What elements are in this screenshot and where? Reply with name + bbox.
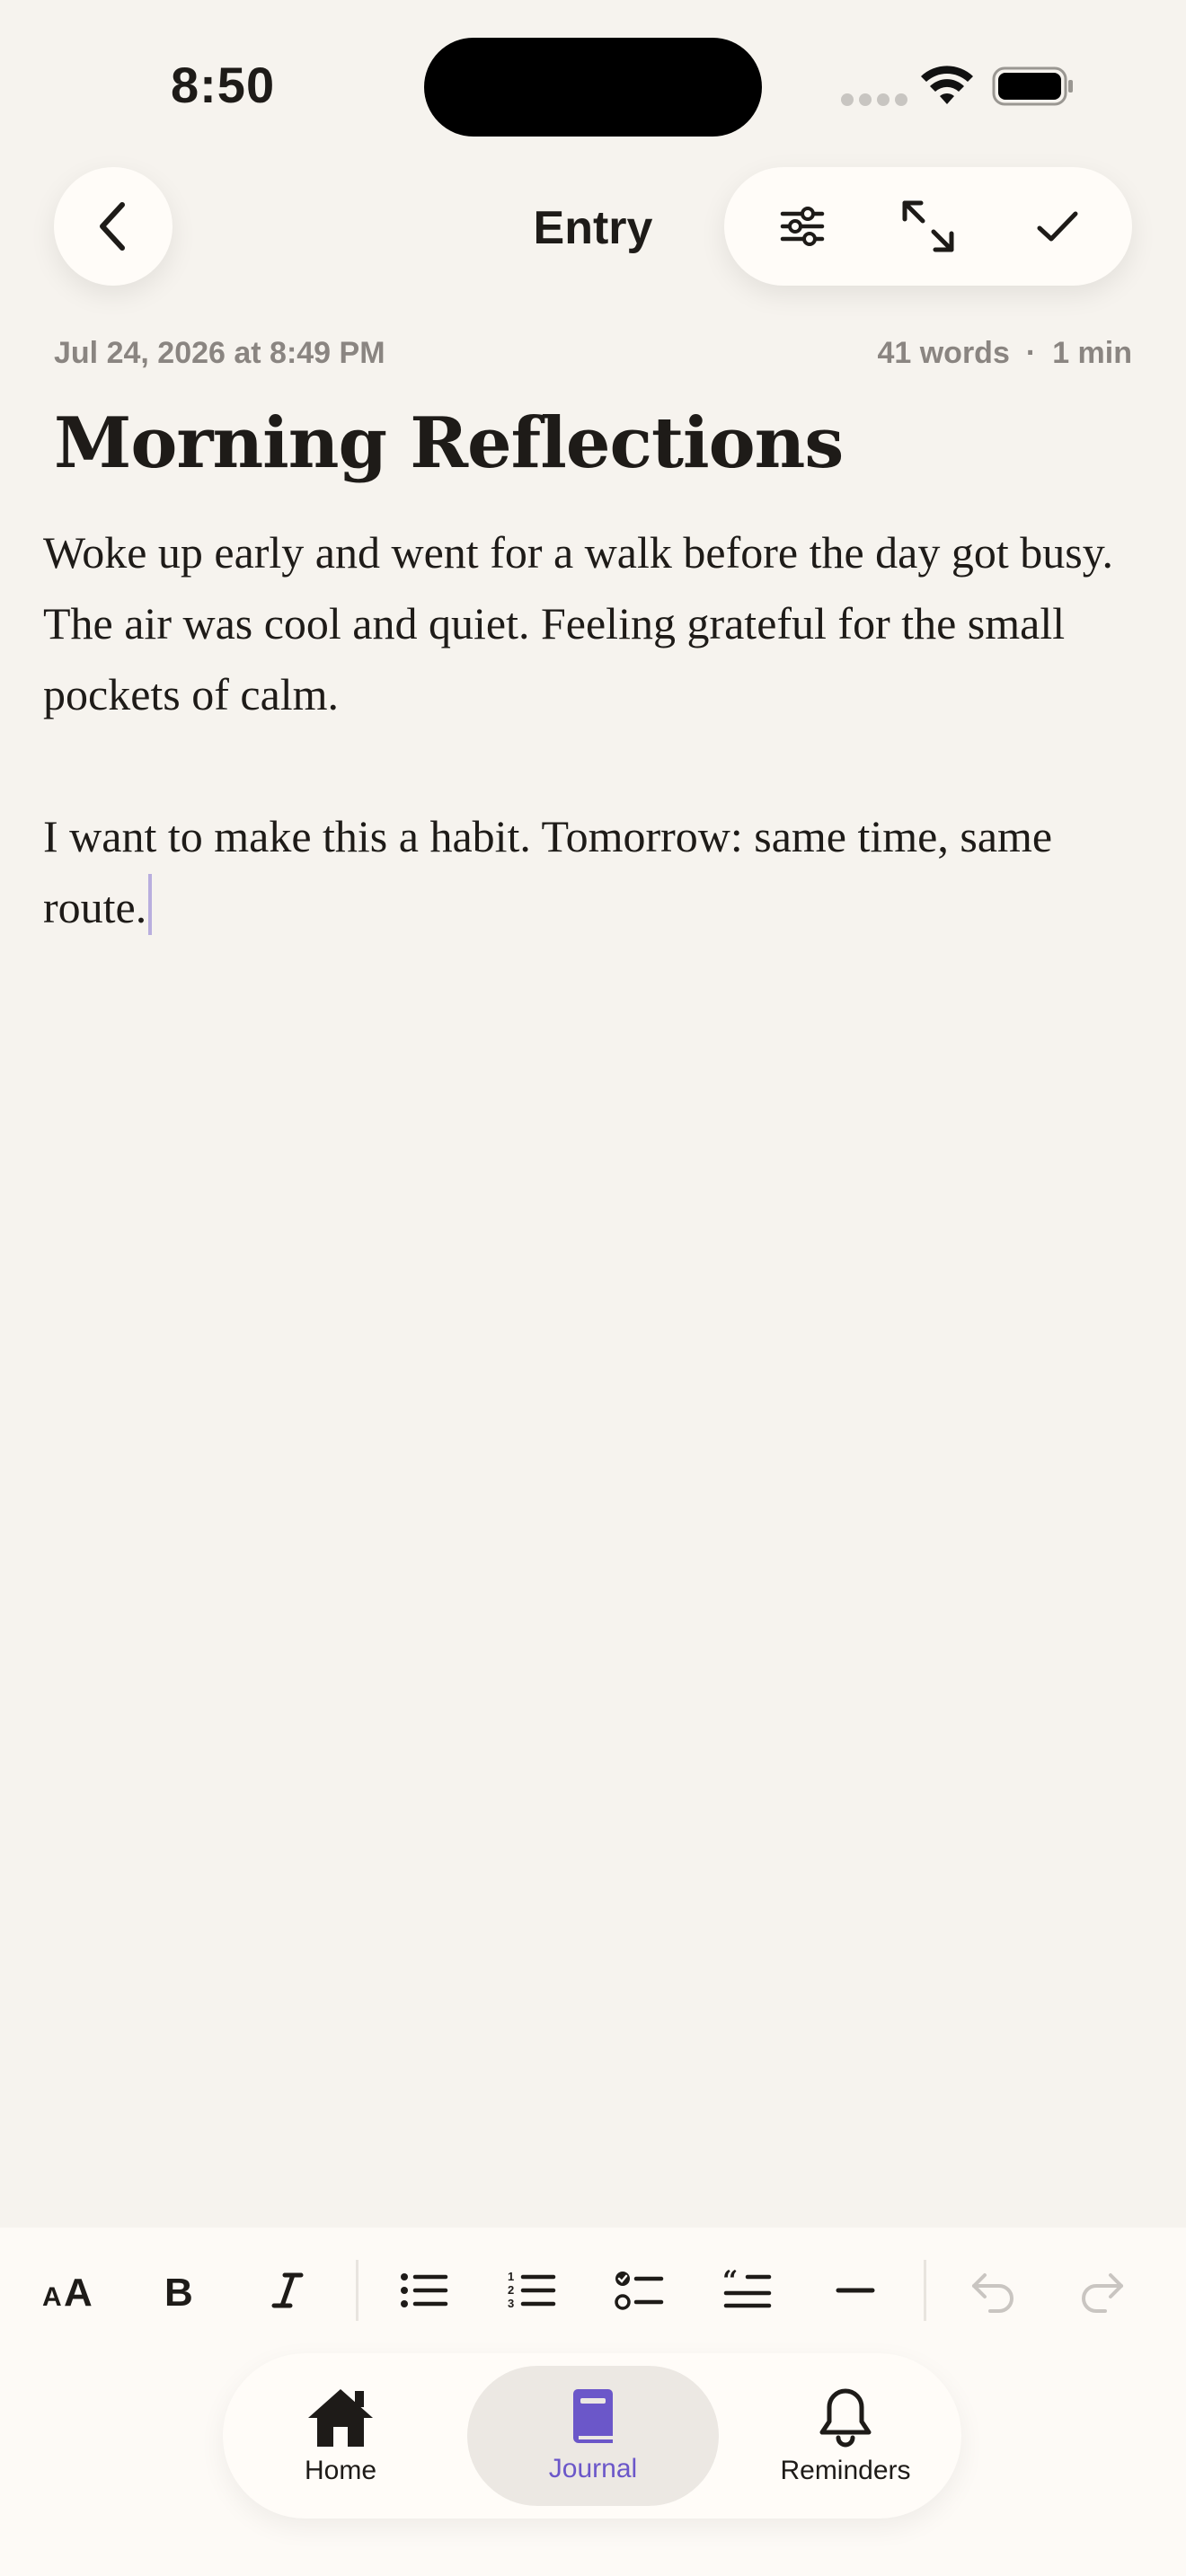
bullet-list-button[interactable]	[388, 2254, 460, 2326]
read-time: 1 min	[1052, 336, 1132, 370]
bold-icon: B	[164, 2271, 193, 2313]
entry-stats: 41 words · 1 min	[877, 336, 1132, 371]
bullet-list-icon	[401, 2273, 448, 2307]
sliders-icon	[780, 207, 825, 246]
bold-button[interactable]: B	[144, 2254, 216, 2326]
numbered-list-icon: 123	[508, 2270, 556, 2310]
entry-actions	[724, 167, 1132, 286]
svg-text:A: A	[42, 2282, 62, 2312]
toolbar-divider	[356, 2260, 358, 2321]
tab-home-label: Home	[304, 2456, 377, 2485]
italic-icon	[271, 2272, 304, 2308]
word-count: 41 words	[877, 336, 1010, 370]
tab-reminders[interactable]: Reminders	[748, 2366, 943, 2506]
stats-separator: ·	[1025, 336, 1037, 370]
checkmark-icon	[1037, 211, 1078, 242]
italic-button[interactable]	[252, 2254, 323, 2326]
text-size-icon: A A	[42, 2271, 93, 2313]
text-caret	[148, 874, 153, 935]
tab-bar: Home Journal Reminders	[223, 2353, 961, 2519]
tab-journal-label: Journal	[548, 2454, 638, 2483]
done-button[interactable]	[999, 167, 1116, 286]
tab-journal[interactable]: Journal	[467, 2366, 719, 2506]
tab-home[interactable]: Home	[243, 2366, 438, 2506]
entry-body-editor[interactable]: Woke up early and went for a walk before…	[43, 517, 1139, 943]
numbered-list-button[interactable]: 123	[496, 2254, 568, 2326]
settings-sliders-button[interactable]	[744, 167, 861, 286]
back-button[interactable]	[54, 167, 173, 286]
bell-icon	[819, 2388, 872, 2448]
undo-button[interactable]	[958, 2254, 1030, 2326]
expand-icon	[902, 200, 954, 252]
battery-icon	[992, 66, 1073, 106]
chevron-left-icon	[100, 202, 125, 251]
page-title: Entry	[533, 202, 653, 254]
cellular-signal-icon	[841, 93, 907, 106]
house-icon	[308, 2389, 373, 2447]
wifi-icon	[921, 66, 973, 104]
checklist-button[interactable]	[604, 2254, 676, 2326]
journal-icon	[573, 2389, 613, 2443]
quote-icon: “	[722, 2268, 772, 2308]
svg-text:2: 2	[508, 2283, 514, 2297]
divider-icon	[836, 2288, 875, 2293]
entry-paragraph: I want to make this a habit. Tomorrow: s…	[43, 801, 1139, 943]
redo-icon	[1082, 2273, 1123, 2313]
undo-icon	[972, 2273, 1013, 2313]
svg-text:B: B	[164, 2271, 193, 2313]
entry-paragraph: Woke up early and went for a walk before…	[43, 527, 1113, 719]
entry-title-field[interactable]: Morning Reflections	[54, 402, 844, 484]
svg-text:1: 1	[508, 2270, 514, 2283]
dynamic-island	[424, 38, 762, 137]
svg-text:A: A	[64, 2271, 93, 2313]
quote-button[interactable]: “	[712, 2254, 783, 2326]
toolbar-divider	[924, 2260, 926, 2321]
text-size-button[interactable]: A A	[36, 2254, 108, 2326]
tab-reminders-label: Reminders	[780, 2456, 911, 2485]
entry-date: Jul 24, 2026 at 8:49 PM	[54, 336, 385, 370]
checklist-icon	[615, 2272, 664, 2310]
expand-button[interactable]	[870, 167, 987, 286]
divider-button[interactable]	[819, 2254, 891, 2326]
status-time: 8:50	[171, 57, 276, 113]
redo-button[interactable]	[1066, 2254, 1137, 2326]
svg-text:3: 3	[508, 2297, 514, 2310]
